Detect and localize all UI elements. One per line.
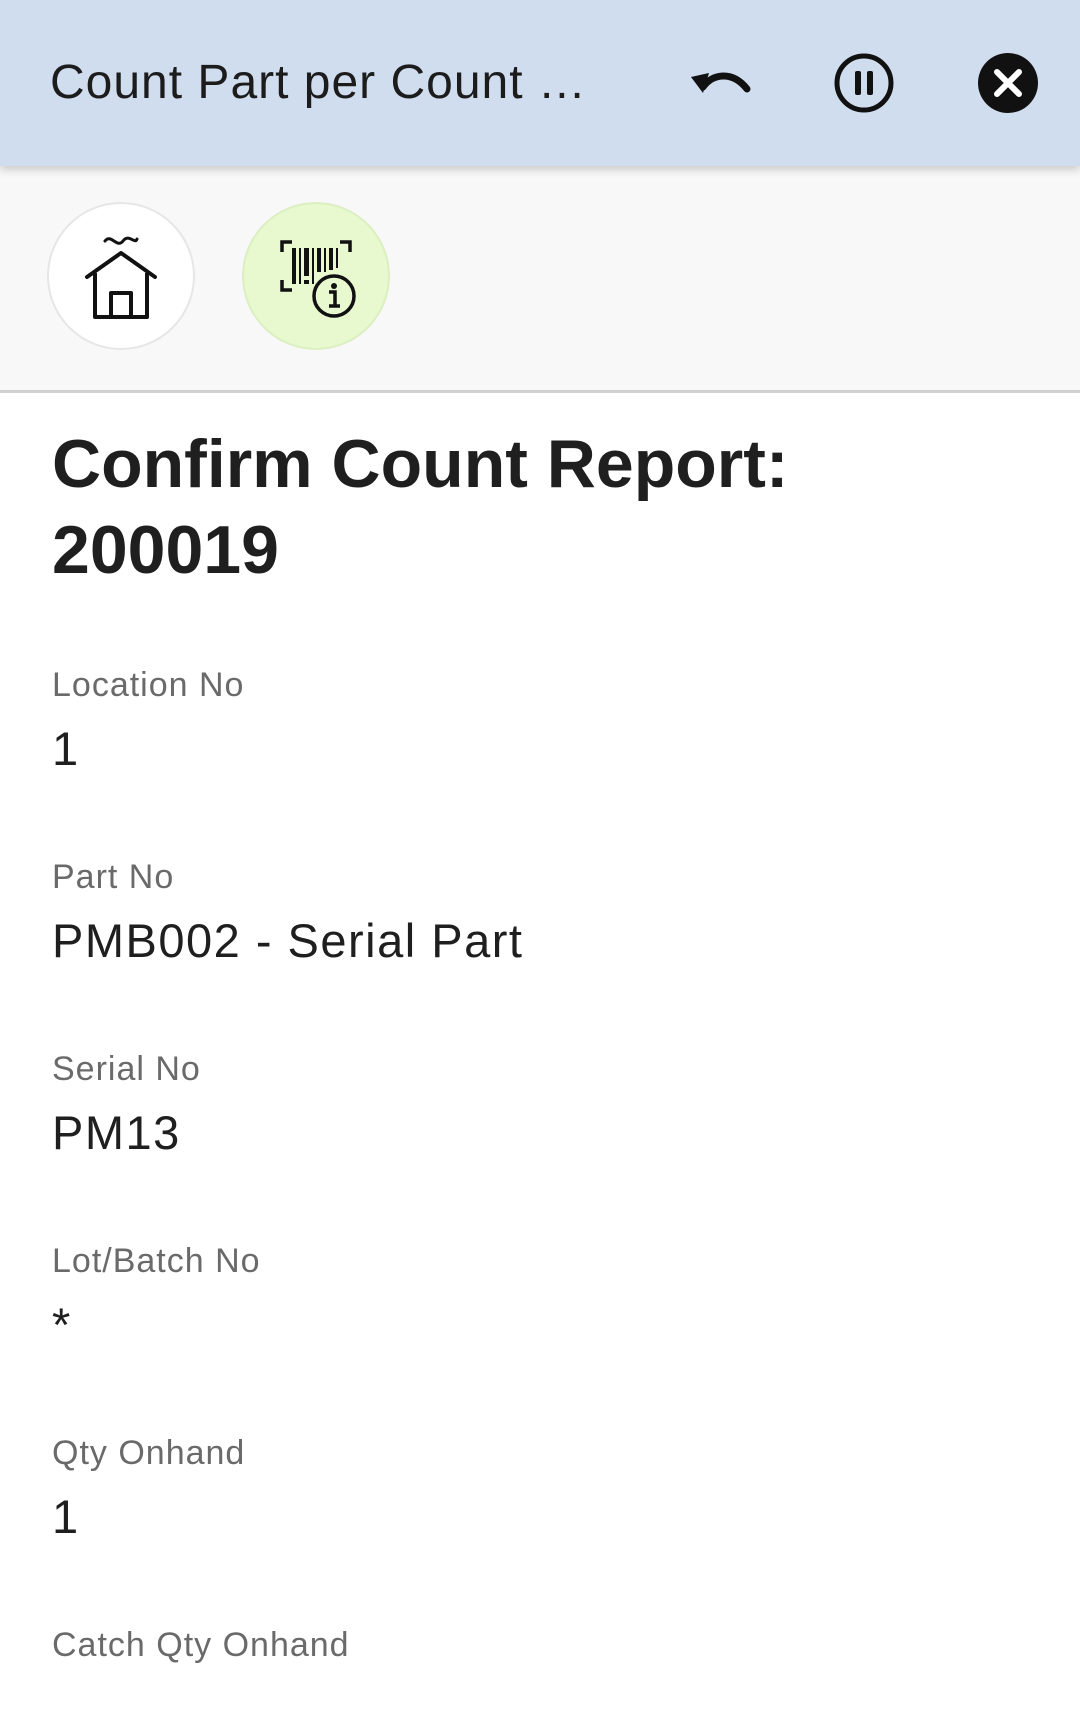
field-location-no: Location No 1 <box>52 665 1032 777</box>
field-label: Part No <box>52 858 175 896</box>
field-value: 1 <box>52 1490 80 1543</box>
field-lot-batch-no: Lot/Batch No * <box>52 1241 1032 1353</box>
field-label: Qty Onhand <box>52 1434 246 1472</box>
field-value: 1 <box>52 722 80 775</box>
field-label: Location No <box>52 666 245 704</box>
close-button[interactable] <box>972 47 1044 119</box>
scan-info-button[interactable] <box>242 202 390 350</box>
close-circle-icon <box>978 53 1038 113</box>
pause-circle-icon <box>834 53 894 113</box>
field-part-no: Part No PMB002 - Serial Part <box>52 857 1032 969</box>
field-value: * <box>52 1298 72 1351</box>
app-header: Count Part per Count R… <box>0 0 1080 166</box>
field-label: Lot/Batch No <box>52 1242 261 1280</box>
field-label: Serial No <box>52 1050 201 1088</box>
page-title: Confirm Count Report: 200019 <box>52 426 789 588</box>
barcode-info-icon <box>280 240 356 318</box>
field-qty-onhand: Qty Onhand 1 <box>52 1433 1032 1545</box>
field-catch-qty-onhand: Catch Qty Onhand <box>52 1625 1032 1681</box>
field-value: PM13 <box>52 1106 181 1159</box>
undo-icon <box>691 72 751 93</box>
field-value: PMB002 - Serial Part <box>52 914 524 967</box>
app-title: Count Part per Count R… <box>50 56 620 109</box>
home-button[interactable] <box>47 202 195 350</box>
field-label: Catch Qty Onhand <box>52 1626 350 1664</box>
field-serial-no: Serial No PM13 <box>52 1049 1032 1161</box>
toolbar <box>0 166 1080 393</box>
home-icon <box>85 236 157 319</box>
undo-button[interactable] <box>684 47 756 119</box>
pause-button[interactable] <box>828 47 900 119</box>
main-content: Confirm Count Report: 200019 Location No… <box>52 393 1042 1664</box>
